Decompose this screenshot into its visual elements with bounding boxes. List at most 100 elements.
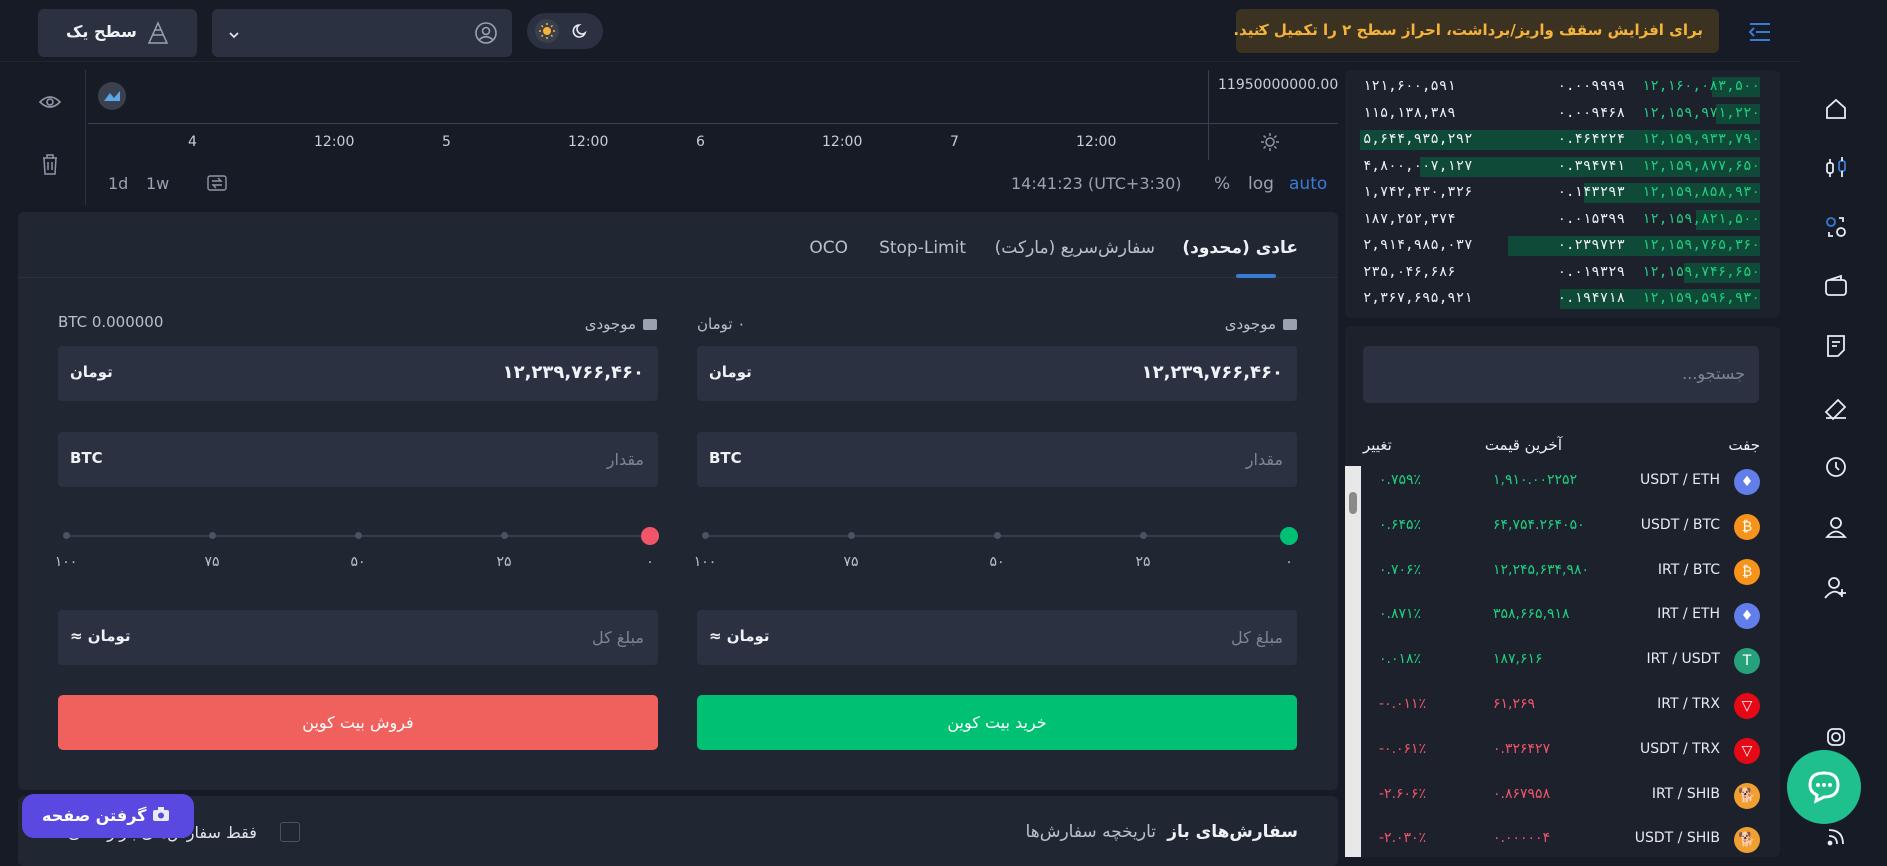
- orderbook-row[interactable]: ۱۲,۱۵۹,۸۷۷,۶۵۰ ۰.۳۹۴۷۴۱ ۴,۸۰۰,۰۰۷,۱۲۷: [1360, 155, 1760, 179]
- market-price: ۳۵۸,۶۶۵,۹۱۸: [1493, 606, 1570, 623]
- market-change: ۰.۷۰۶٪: [1379, 561, 1422, 578]
- trash-icon[interactable]: [40, 152, 60, 180]
- sell-total-unit: ≈ تومان: [70, 627, 131, 645]
- tab-oco[interactable]: OCO: [809, 238, 848, 258]
- sell-amount-input[interactable]: مقدار BTC: [58, 432, 658, 487]
- tab-market[interactable]: سفارش‌سریع (مارکت): [995, 238, 1155, 258]
- buy-amount-input[interactable]: مقدار BTC: [697, 432, 1297, 487]
- coupon-icon[interactable]: [1821, 394, 1851, 424]
- market-row[interactable]: 🐕 USDT / SHIB ۰.۰۰۰۰۰۴ -۲.۰۳۰٪: [1363, 818, 1760, 862]
- sell-slider-stop[interactable]: [355, 532, 362, 539]
- invite-user-icon[interactable]: [1821, 573, 1851, 603]
- sell-slider-stop[interactable]: [501, 532, 508, 539]
- market-row[interactable]: ♦ IRT / ETH ۳۵۸,۶۶۵,۹۱۸ ۰.۸۷۱٪: [1363, 594, 1760, 638]
- market-row[interactable]: ▽ IRT / TRX ۶۱,۲۶۹ -۰.۰۱۱٪: [1363, 684, 1760, 728]
- screenshot-button[interactable]: گرفتن صفحه: [22, 794, 194, 838]
- verification-notice[interactable]: › برای افزایش سقف واریز/برداشت، احراز سط…: [1233, 9, 1719, 53]
- buy-button[interactable]: خرید بیت کوین: [697, 695, 1297, 750]
- home-icon[interactable]: [1821, 94, 1851, 124]
- chat-support-button[interactable]: [1787, 750, 1861, 824]
- buy-slider-label: ۰: [1285, 554, 1293, 570]
- menu-collapse-icon[interactable]: [1746, 20, 1774, 44]
- orderbook-total: ۴,۸۰۰,۰۰۷,۱۲۷: [1363, 157, 1473, 174]
- sell-wallet-icon: [642, 316, 658, 335]
- orderbook-row[interactable]: ۱۲,۱۵۹,۷۴۶,۶۵۰ ۰.۰۱۹۳۲۹ ۲۳۵,۰۴۶,۶۸۶: [1360, 261, 1760, 285]
- trade-icon[interactable]: [1821, 153, 1851, 183]
- buy-balance-value: ۰ تومان: [697, 315, 746, 333]
- orderbook-row[interactable]: ۱۲,۱۶۰,۰۸۳,۵۰۰ ۰.۰۰۹۹۹۹ ۱۲۱,۶۰۰,۵۹۱: [1360, 75, 1760, 99]
- buy-slider-stop[interactable]: [1280, 527, 1298, 545]
- orderbook-row[interactable]: ۱۲,۱۵۹,۸۲۱,۵۰۰ ۰.۰۱۵۳۹۹ ۱۸۷,۲۵۲,۳۷۴: [1360, 208, 1760, 232]
- exchange-icon[interactable]: [1821, 212, 1851, 242]
- market-list-scrollbar[interactable]: [1345, 466, 1361, 857]
- tab-open-orders[interactable]: سفارش‌های باز: [1167, 822, 1298, 842]
- support-user-icon[interactable]: [1821, 512, 1851, 542]
- history-icon[interactable]: [1821, 452, 1851, 482]
- market-row[interactable]: ♦ USDT / ETH ۱,۹۱۰.۰۰۲۲۵۲ ۰.۷۵۹٪: [1363, 460, 1760, 504]
- buy-total-placeholder: مبلغ کل: [1230, 628, 1283, 647]
- orderbook-row[interactable]: ۱۲,۱۵۹,۹۳۳,۷۹۰ ۰.۴۶۴۲۲۴ ۵,۶۴۴,۹۳۵,۲۹۲: [1360, 128, 1760, 152]
- orderbook-row[interactable]: ۱۲,۱۵۹,۹۷۱,۲۲۰ ۰.۰۰۹۴۶۸ ۱۱۵,۱۳۸,۳۸۹: [1360, 102, 1760, 126]
- tab-limit[interactable]: عادی (محدود): [1182, 238, 1298, 258]
- market-search-input[interactable]: جستجو...: [1363, 346, 1759, 403]
- scale-log[interactable]: log: [1248, 174, 1274, 194]
- rss-icon[interactable]: [1821, 822, 1851, 852]
- compare-icon[interactable]: [206, 172, 228, 198]
- market-row[interactable]: 🐕 IRT / SHIB ۰.۸۶۷۹۵۸ -۲.۶۰۶٪: [1363, 774, 1760, 818]
- sell-total-input[interactable]: مبلغ کل ≈ تومان: [58, 610, 658, 665]
- orderbook-total: ۱۱۵,۱۳۸,۳۸۹: [1363, 104, 1456, 121]
- market-change: ۰.۰۱۸٪: [1379, 651, 1422, 668]
- scale-auto[interactable]: auto: [1289, 174, 1327, 194]
- sell-slider-stop[interactable]: [63, 532, 70, 539]
- orders-icon[interactable]: [1821, 331, 1851, 361]
- market-row[interactable]: ₿ IRT / BTC ۱۲,۲۴۵,۶۳۴,۹۸۰ ۰.۷۰۶٪: [1363, 550, 1760, 594]
- price-chart[interactable]: 11950000000.00 4 12:00 5 12:00 6 12:00 7 12:00 …: [88, 70, 1338, 205]
- level-pyramid-icon: [147, 21, 169, 49]
- wallet-icon[interactable]: [1821, 271, 1851, 301]
- instagram-icon[interactable]: [1821, 722, 1851, 752]
- user-level-badge[interactable]: سطح یک: [38, 9, 197, 57]
- profile-dropdown[interactable]: [212, 9, 512, 57]
- market-row[interactable]: T IRT / USDT ۱۸۷,۶۱۶ ۰.۰۱۸٪: [1363, 639, 1760, 683]
- sell-button[interactable]: فروش بیت کوین: [58, 695, 658, 750]
- market-change: ۰.۸۷۱٪: [1379, 606, 1422, 623]
- current-market-checkbox[interactable]: [280, 822, 300, 842]
- market-pair: IRT / TRX: [1657, 696, 1720, 712]
- tab-order-history[interactable]: تاریخچه سفارش‌ها: [1026, 822, 1156, 842]
- chart-axis-line: [88, 123, 1338, 124]
- buy-slider-stop[interactable]: [994, 532, 1001, 539]
- market-row[interactable]: ▽ USDT / TRX ۰.۳۲۶۴۲۷ -۰.۰۶۱٪: [1363, 729, 1760, 773]
- buy-price-input[interactable]: ۱۲,۲۳۹,۷۶۶,۴۶۰ تومان: [697, 346, 1297, 401]
- orderbook-row[interactable]: ۱۲,۱۵۹,۸۵۸,۹۳۰ ۰.۱۴۳۲۹۳ ۱,۷۴۲,۴۳۰,۳۲۶: [1360, 181, 1760, 205]
- buy-slider-stop[interactable]: [848, 532, 855, 539]
- sun-icon[interactable]: [535, 19, 559, 43]
- theme-toggle[interactable]: [527, 13, 603, 49]
- buy-price-value: ۱۲,۲۳۹,۷۶۶,۴۶۰: [1141, 362, 1283, 383]
- orderbook-price: ۱۲,۱۵۹,۸۵۸,۹۳۰: [1641, 184, 1760, 200]
- chart-settings-icon[interactable]: [1260, 132, 1280, 156]
- col-pair-header: جفت: [1728, 436, 1760, 454]
- user-circle-icon: [474, 21, 498, 49]
- market-change: -۰.۰۱۱٪: [1379, 696, 1427, 712]
- sell-slider-stop[interactable]: [641, 527, 659, 545]
- interval-1d[interactable]: 1d: [108, 174, 128, 193]
- market-row[interactable]: ₿ USDT / BTC ۶۴,۷۵۴.۲۶۴۰۵۰ ۰.۶۴۵٪: [1363, 505, 1760, 549]
- orderbook-row[interactable]: ۱۲,۱۵۹,۵۹۶,۹۳۰ ۰.۱۹۴۷۱۸ ۲,۳۶۷,۶۹۵,۹۲۱: [1360, 287, 1760, 311]
- market-price: ۱,۹۱۰.۰۰۲۲۵۲: [1493, 472, 1578, 488]
- chart-x-tick: 12:00: [1076, 134, 1117, 150]
- interval-1w[interactable]: 1w: [146, 174, 169, 193]
- moon-icon[interactable]: [572, 22, 590, 44]
- market-pair: USDT / BTC: [1640, 516, 1720, 533]
- orderbook-amount: ۰.۴۶۴۲۲۴: [1557, 131, 1625, 147]
- sell-slider-stop[interactable]: [209, 532, 216, 539]
- sell-price-value: ۱۲,۲۳۹,۷۶۶,۴۶۰: [502, 362, 644, 383]
- sell-price-input[interactable]: ۱۲,۲۳۹,۷۶۶,۴۶۰ تومان: [58, 346, 658, 401]
- orderbook-row[interactable]: ۱۲,۱۵۹,۷۶۵,۳۶۰ ۰.۲۳۹۷۲۳ ۲,۹۱۴,۹۸۵,۰۳۷: [1360, 234, 1760, 258]
- buy-slider-stop[interactable]: [1140, 532, 1147, 539]
- scale-percent[interactable]: %: [1214, 174, 1230, 194]
- tab-stop-limit[interactable]: Stop-Limit: [879, 238, 966, 258]
- buy-total-input[interactable]: مبلغ کل ≈ تومان: [697, 610, 1297, 665]
- eye-icon[interactable]: [38, 94, 62, 114]
- buy-slider-stop[interactable]: [702, 532, 709, 539]
- scrollbar-thumb[interactable]: [1349, 492, 1357, 514]
